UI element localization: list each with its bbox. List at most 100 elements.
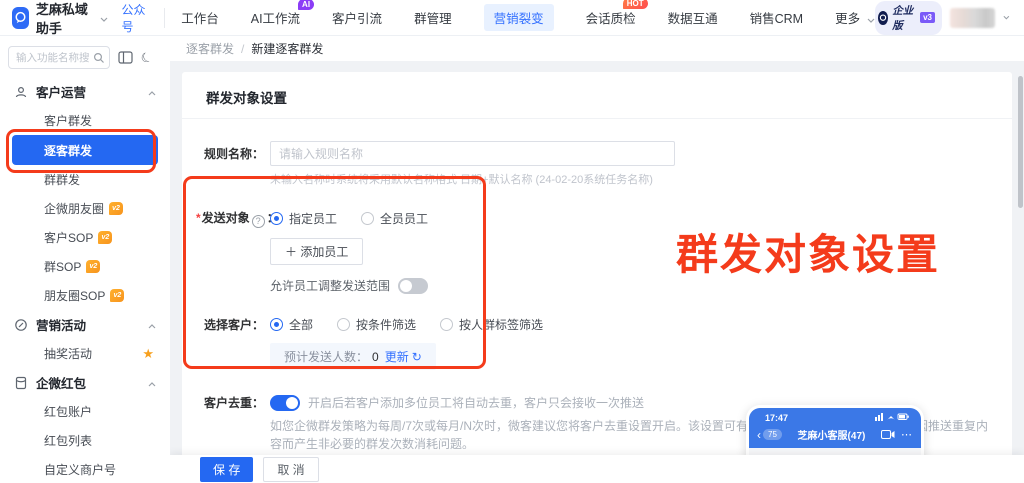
nav-item-workbench[interactable]: 工作台 bbox=[181, 8, 219, 27]
sidebar-item-customer-sop[interactable]: 客户SOP v2 bbox=[0, 223, 170, 252]
section-title-send-target-settings: 群发对象设置 bbox=[196, 72, 998, 118]
dark-mode-icon[interactable]: ☾ bbox=[138, 48, 155, 67]
select-customer-label: 选择客户： bbox=[196, 316, 264, 333]
app-logo-icon bbox=[12, 7, 29, 29]
toggle-allow-adjust-off[interactable] bbox=[398, 278, 428, 294]
user-account[interactable] bbox=[950, 8, 995, 28]
estimate-box: 预计发送人数： 0 更新↻ bbox=[270, 343, 436, 370]
navbar-right: 企业版 v3 bbox=[875, 1, 1024, 35]
collapse-sidebar-icon[interactable] bbox=[118, 51, 133, 64]
brand-tab-official-account[interactable]: 公众号 bbox=[122, 1, 151, 35]
phone-preview: 17:47 ‹ 75 芝麻小客服(47) ⋯ bbox=[746, 405, 924, 460]
radio-designated-staff[interactable]: 指定员工 bbox=[270, 210, 337, 227]
add-employee-button[interactable]: ＋ 添加员工 bbox=[270, 238, 363, 265]
sidebar-toolbar: ☾ bbox=[0, 36, 170, 77]
radio-all-staff[interactable]: 全员员工 bbox=[361, 210, 428, 227]
radio-dot bbox=[337, 318, 350, 331]
radio-label: 全员员工 bbox=[380, 210, 428, 227]
footer-action-bar: 保 存 取 消 bbox=[170, 455, 1024, 483]
nav-item-sales-crm[interactable]: 销售CRM bbox=[750, 8, 803, 27]
sidebar-item-red-packet-account[interactable]: 红包账户 bbox=[0, 397, 170, 426]
unread-count-badge: 75 bbox=[763, 429, 782, 440]
sidebar-item-group-sop[interactable]: 群SOP v2 bbox=[0, 252, 170, 281]
label-text: 发送对象 bbox=[202, 211, 250, 225]
breadcrumb-current: 新建逐客群发 bbox=[251, 40, 323, 57]
allow-adjust-row: 允许员工调整发送范围 bbox=[270, 277, 998, 294]
sidebar-item-customer-mass-send[interactable]: 客户群发 bbox=[0, 106, 170, 135]
section-title: 营销活动 bbox=[36, 315, 86, 334]
sidebar-item-group-mass-send[interactable]: 群群发 bbox=[0, 165, 170, 194]
radio-filter-by-condition[interactable]: 按条件筛选 bbox=[337, 316, 416, 333]
item-label: 企微朋友圈 bbox=[44, 200, 104, 217]
allow-adjust-label: 允许员工调整发送范围 bbox=[270, 277, 390, 294]
edition-badge: 企业版 v3 bbox=[875, 1, 942, 35]
nav-item-chat-inspection[interactable]: 会话质检 HOT bbox=[586, 8, 636, 27]
radio-dot bbox=[440, 318, 453, 331]
item-label: 朋友圈SOP bbox=[44, 287, 105, 304]
section-title: 企微红包 bbox=[36, 373, 86, 392]
rule-name-label: 规则名称： bbox=[196, 145, 264, 162]
back-chevron-icon[interactable]: ‹ bbox=[757, 429, 761, 441]
brand-name: 芝麻私域助手 bbox=[36, 0, 96, 37]
rule-name-input[interactable] bbox=[270, 141, 675, 166]
sidebar-section-marketing[interactable]: 营销活动 bbox=[0, 310, 170, 339]
toggle-knob bbox=[286, 397, 298, 409]
estimate-label: 预计发送人数： bbox=[284, 348, 368, 365]
divider bbox=[182, 118, 1012, 119]
more-icon[interactable]: ⋯ bbox=[901, 428, 913, 441]
top-navbar: 芝麻私域助手 公众号 工作台 AI工作流 AI 客户引流 群管理 营销裂变 会话… bbox=[0, 0, 1024, 36]
dedupe-label: 客户去重： bbox=[196, 394, 264, 411]
sidebar-item-red-packet-list[interactable]: 红包列表 bbox=[0, 426, 170, 455]
radio-all-customers[interactable]: 全部 bbox=[270, 316, 313, 333]
cancel-button[interactable]: 取 消 bbox=[263, 457, 318, 482]
estimate-value: 0 bbox=[372, 350, 379, 364]
vertical-scrollbar[interactable] bbox=[1018, 76, 1023, 208]
radio-filter-by-tag[interactable]: 按人群标签筛选 bbox=[440, 316, 543, 333]
red-packet-icon bbox=[14, 376, 28, 390]
sidebar-item-moments-sop[interactable]: 朋友圈SOP v2 bbox=[0, 281, 170, 310]
sidebar-item-lottery[interactable]: 抽奖活动 ★ bbox=[0, 339, 170, 368]
radio-label: 全部 bbox=[289, 316, 313, 333]
help-icon[interactable]: ? bbox=[252, 215, 265, 228]
toggle-knob bbox=[400, 280, 412, 292]
radio-label: 指定员工 bbox=[289, 210, 337, 227]
radio-dot-selected bbox=[270, 212, 283, 225]
phone-time: 17:47 bbox=[765, 413, 788, 423]
hot-badge: HOT bbox=[623, 0, 648, 9]
nav-item-ai-workflow[interactable]: AI工作流 AI bbox=[251, 8, 300, 27]
sidebar-item-wecom-moments[interactable]: 企微朋友圈 v2 bbox=[0, 194, 170, 223]
nav-item-data-exchange[interactable]: 数据互通 bbox=[668, 8, 718, 27]
nav-item-marketing-fission[interactable]: 营销裂变 bbox=[484, 4, 554, 31]
refresh-label: 更新 bbox=[385, 348, 409, 365]
rule-name-helper: 未输入名称时系统将采用默认名称格式 日期+默认名称 (24-02-20系统任务名… bbox=[270, 171, 998, 187]
chat-title: 芝麻小客服(47) bbox=[782, 427, 881, 442]
marketing-icon bbox=[14, 318, 28, 332]
phone-status-bar: 17:47 bbox=[749, 408, 921, 424]
nav-item-label: 会话质检 bbox=[586, 12, 636, 26]
app-window: 芝麻私域助手 公众号 工作台 AI工作流 AI 客户引流 群管理 营销裂变 会话… bbox=[0, 0, 1024, 483]
sidebar-item-per-customer-mass-send[interactable]: 逐客群发 bbox=[12, 135, 158, 165]
radio-dot-selected bbox=[270, 318, 283, 331]
send-target-row: *发送对象?： 指定员工 全员员工 bbox=[196, 209, 998, 228]
save-button[interactable]: 保 存 bbox=[200, 457, 253, 482]
nav-item-customer-acquisition[interactable]: 客户引流 bbox=[332, 8, 382, 27]
item-label: 客户SOP bbox=[44, 229, 93, 246]
version-badge: v3 bbox=[920, 12, 935, 23]
required-mark: * bbox=[196, 211, 201, 225]
chevron-down-icon bbox=[100, 9, 108, 27]
sidebar-item-custom-merchant[interactable]: 自定义商户号 bbox=[0, 455, 170, 483]
breadcrumb-parent[interactable]: 逐客群发 bbox=[186, 40, 234, 57]
v2-badge: v2 bbox=[86, 260, 100, 273]
search-icon bbox=[93, 51, 105, 69]
toggle-dedupe-on[interactable] bbox=[270, 395, 300, 411]
sidebar-section-customer-ops[interactable]: 客户运营 bbox=[0, 77, 170, 106]
brand-switcher[interactable]: 芝麻私域助手 bbox=[0, 0, 108, 37]
phone-nav-bar: ‹ 75 芝麻小客服(47) ⋯ bbox=[749, 424, 921, 448]
refresh-link[interactable]: 更新↻ bbox=[385, 348, 422, 365]
nav-item-group-management[interactable]: 群管理 bbox=[414, 8, 452, 27]
sidebar-section-red-packet[interactable]: 企微红包 bbox=[0, 368, 170, 397]
nav-divider bbox=[164, 8, 165, 28]
nav-item-more[interactable]: 更多 bbox=[835, 8, 875, 27]
chevron-down-icon bbox=[1003, 15, 1010, 20]
main-menu: 工作台 AI工作流 AI 客户引流 群管理 营销裂变 会话质检 HOT 数据互通… bbox=[181, 4, 874, 31]
